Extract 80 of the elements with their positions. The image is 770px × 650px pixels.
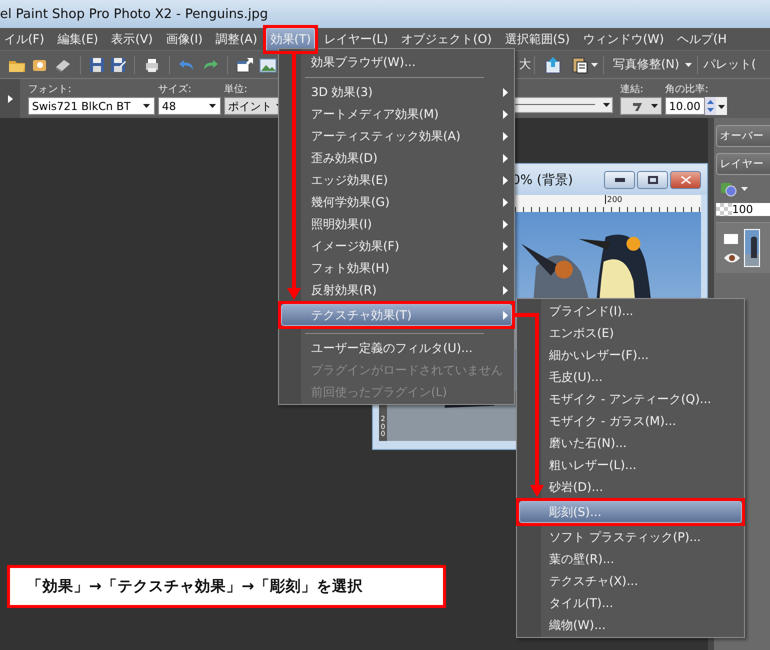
callout-text: 「効果」→「テクスチャ効果」→「彫刻」を選択 — [27, 577, 364, 596]
menu-item[interactable]: 粗いレザー(L)... — [519, 454, 742, 476]
menu-item[interactable]: 砂岩(D)... — [519, 476, 742, 498]
menu-item[interactable]: 調整(A) — [212, 28, 262, 50]
caret-icon — [209, 104, 216, 108]
aspect-field[interactable]: 10.00 — [665, 97, 705, 115]
caret-icon[interactable] — [716, 97, 727, 115]
save-as-icon[interactable] — [110, 56, 126, 72]
toolbar-text: 大 — [519, 56, 531, 73]
caret-icon — [685, 62, 692, 66]
font-dropdown[interactable]: Swis721 BlkCn BT — [28, 97, 155, 115]
menu-item[interactable]: モザイク - アンティーク(Q)... — [519, 388, 742, 410]
spin-buttons-icon[interactable] — [705, 97, 716, 115]
maximize-button[interactable] — [637, 170, 668, 189]
menu-item[interactable]: フォト効果(H) — [281, 257, 512, 279]
menu-item[interactable]: アートメディア効果(M) — [281, 103, 512, 125]
caret-icon — [651, 104, 658, 108]
close-icon — [680, 176, 690, 184]
unit-dropdown[interactable]: ポイント — [224, 97, 280, 115]
photo-fix-menu[interactable]: 写真修整(N) — [611, 54, 694, 75]
menu-item[interactable]: 反射効果(R) — [281, 279, 512, 301]
caret-icon — [143, 104, 150, 108]
menu-item[interactable]: タイル(T)... — [519, 592, 742, 614]
menu-item[interactable]: イル(F) — [0, 28, 48, 50]
close-button[interactable] — [670, 170, 701, 189]
menu-item[interactable]: 画像(I) — [162, 28, 207, 50]
save-icon[interactable] — [89, 56, 105, 72]
layer-row[interactable] — [716, 222, 770, 273]
menu-item[interactable]: 葉の壁(R)... — [519, 548, 742, 570]
menu-item[interactable]: ウィンドウ(W) — [578, 28, 668, 50]
eye-icon[interactable] — [724, 253, 740, 263]
field-label: 角の比率: — [665, 82, 710, 96]
image-icon[interactable] — [259, 56, 277, 72]
field-label: フォント: — [28, 83, 72, 96]
menu-item[interactable]: 歪み効果(D) — [281, 147, 512, 169]
menu-item[interactable]: 幾何学効果(G) — [281, 191, 512, 213]
minimize-icon — [614, 178, 624, 182]
ruler-label: 200 — [605, 195, 622, 204]
field-label: サイズ: — [158, 83, 192, 96]
menu-item[interactable]: 選択範囲(S) — [500, 28, 574, 50]
menu-item[interactable]: エンボス(E) — [519, 322, 742, 344]
menu-item[interactable]: イメージ効果(F) — [281, 235, 512, 257]
menu-item[interactable]: 照明効果(I) — [281, 213, 512, 235]
clipboard-icon — [572, 56, 588, 74]
field-label: 単位: — [224, 83, 248, 96]
menu-item[interactable]: ソフト プラスティック(P)... — [519, 526, 742, 548]
menu-item[interactable]: 編集(E) — [53, 28, 102, 50]
menu-item[interactable]: 表示(V) — [107, 28, 157, 50]
menu-item[interactable]: 毛皮(U)... — [519, 366, 742, 388]
menu-item[interactable]: 効果ブラウザ(W)... — [281, 51, 512, 73]
palette-tab[interactable]: レイヤー — [716, 153, 770, 175]
menu-item[interactable]: 磨いた石(N)... — [519, 432, 742, 454]
window-icon[interactable] — [236, 56, 254, 72]
menu-item[interactable]: ユーザー定義のフィルタ(U)... — [281, 337, 512, 359]
menu-item[interactable]: エッジ効果(E) — [281, 169, 512, 191]
caret-icon — [603, 102, 610, 106]
palette-tab[interactable]: オーバー — [716, 125, 770, 147]
menu-item[interactable]: 織物(W)... — [519, 614, 742, 636]
layers-icon[interactable] — [720, 181, 738, 197]
palettes-menu[interactable]: パレット( — [701, 54, 758, 75]
menu-item[interactable]: 細かいレザー(F)... — [519, 344, 742, 366]
menu-item[interactable]: ブラインド(I)... — [519, 300, 742, 322]
caret-icon — [591, 62, 598, 66]
menu-item[interactable]: ヘルプ(H — [673, 28, 731, 50]
opacity-field[interactable]: 100 — [716, 203, 770, 216]
size-dropdown[interactable]: 48 — [158, 97, 221, 115]
menu-item[interactable]: オブジェクト(O) — [397, 28, 496, 50]
expand-arrow-icon[interactable] — [8, 94, 12, 102]
highlight-frame — [263, 24, 318, 54]
minimize-button[interactable] — [604, 170, 635, 189]
printer-icon[interactable] — [143, 56, 161, 72]
field-label: 連結: — [620, 82, 644, 96]
menu-item[interactable]: アーティスティック効果(A) — [281, 125, 512, 147]
maximize-icon — [648, 176, 658, 184]
link-button[interactable] — [620, 97, 662, 115]
menu-item[interactable]: モザイク - ガラス(M)... — [519, 410, 742, 432]
window-title: el Paint Shop Pro Photo X2 - Penguins.jpg — [0, 6, 268, 22]
menu-item[interactable]: テクスチャ(X)... — [519, 570, 742, 592]
menu-item[interactable]: 3D 効果(3) — [281, 81, 512, 103]
menu-item[interactable]: レイヤー(L) — [320, 28, 392, 50]
